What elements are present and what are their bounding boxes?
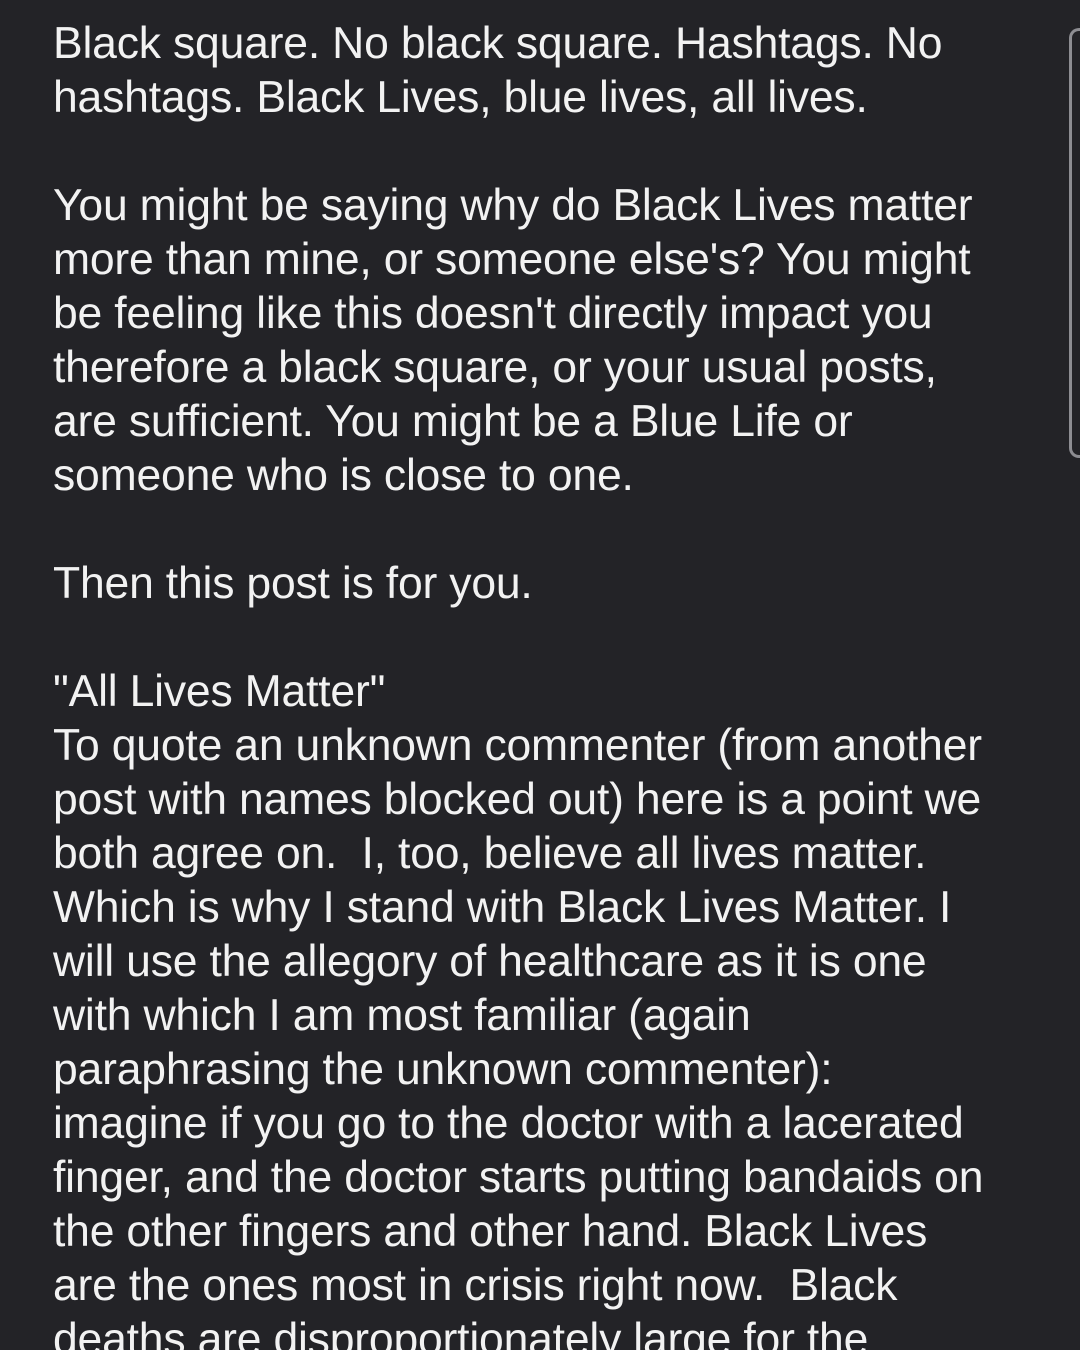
post-line: imagine if you go to the doctor with a l… <box>53 1099 964 1148</box>
post-line: both agree on. I, too, believe all lives… <box>53 829 927 878</box>
post-line: someone who is close to one. <box>53 451 634 500</box>
post-line: will use the allegory of healthcare as i… <box>53 937 927 986</box>
post-line: paraphrasing the unknown commenter): <box>53 1045 833 1094</box>
post-line: with which I am most familiar (again <box>53 991 751 1040</box>
scrollbar[interactable] <box>1069 28 1080 458</box>
post-line: deaths are disproportionately large for … <box>53 1315 869 1350</box>
post-line: Then this post is for you. <box>53 559 533 608</box>
post-line: therefore a black square, or your usual … <box>53 343 937 392</box>
post-line: Which is why I stand with Black Lives Ma… <box>53 883 952 932</box>
post-body-text: Black square. No black square. Hashtags.… <box>53 17 1043 1350</box>
post-line: Black square. No black square. Hashtags.… <box>53 19 943 68</box>
post-line: To quote an unknown commenter (from anot… <box>53 721 982 770</box>
post-line: are sufficient. You might be a Blue Life… <box>53 397 853 446</box>
post-line: more than mine, or someone else's? You m… <box>53 235 971 284</box>
post-line: the other fingers and other hand. Black … <box>53 1207 928 1256</box>
post-line: post with names blocked out) here is a p… <box>53 775 982 824</box>
post-screen: Black square. No black square. Hashtags.… <box>0 0 1080 1350</box>
post-line: finger, and the doctor starts putting ba… <box>53 1153 984 1202</box>
post-line: You might be saying why do Black Lives m… <box>53 181 973 230</box>
post-line: are the ones most in crisis right now. B… <box>53 1261 898 1310</box>
post-line: "All Lives Matter" <box>53 667 386 716</box>
post-line: be feeling like this doesn't directly im… <box>53 289 933 338</box>
post-line: hashtags. Black Lives, blue lives, all l… <box>53 73 868 122</box>
